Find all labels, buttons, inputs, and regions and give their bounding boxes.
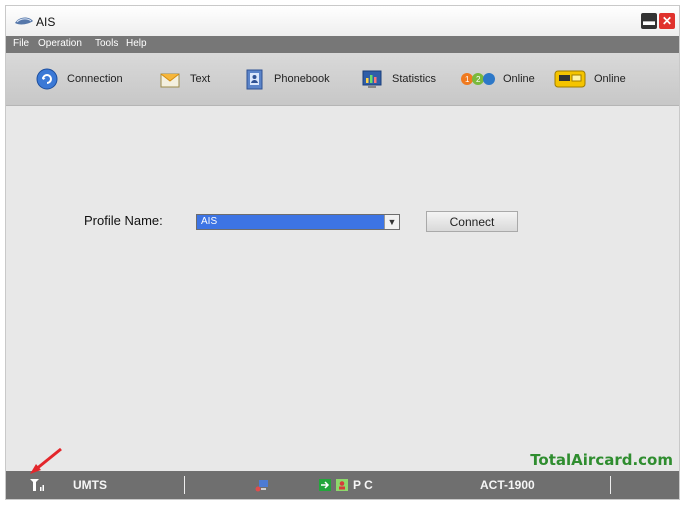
statistics-icon <box>359 66 385 92</box>
window-title: AIS <box>36 15 56 29</box>
chevron-down-icon: ▼ <box>387 217 397 227</box>
toolbar-connection-button[interactable]: Connection <box>34 65 123 93</box>
toolbar-phonebook-label: Phonebook <box>274 73 330 85</box>
menu-operation[interactable]: Operation <box>38 38 82 49</box>
sms-status-icon <box>317 477 333 493</box>
title-bar: AIS ▬ ✕ <box>6 6 679 36</box>
close-icon: ✕ <box>661 14 673 28</box>
close-button[interactable]: ✕ <box>659 13 675 29</box>
profile-name-select[interactable]: AIS ▼ <box>196 214 400 230</box>
connection-icon <box>34 66 60 92</box>
1-2-call-icon: 1 2 <box>460 66 496 92</box>
toolbar: Connection Text Phonebook Statistics 1 2… <box>6 53 679 106</box>
phonebook-icon <box>241 66 267 92</box>
network-type: UMTS <box>73 478 107 492</box>
toolbar-text-label: Text <box>190 73 211 85</box>
contact-status-icon <box>334 477 350 493</box>
minimize-icon: ▬ <box>643 14 655 28</box>
toolbar-text-button[interactable]: Text <box>157 65 210 93</box>
svg-text:2: 2 <box>476 75 481 84</box>
dropdown-button[interactable]: ▼ <box>384 215 399 229</box>
gsm-icon <box>553 66 587 92</box>
menu-file[interactable]: File <box>13 38 29 49</box>
status-bar: UMTS P C ACT-1900 <box>6 471 679 499</box>
menu-tools[interactable]: Tools <box>95 38 118 49</box>
app-logo-icon <box>15 17 33 25</box>
toolbar-1-2-call-online-label: Online <box>503 73 535 85</box>
toolbar-connection-label: Connection <box>67 73 123 85</box>
toolbar-gsm-online-label: Online <box>594 73 626 85</box>
toolbar-statistics-button[interactable]: Statistics <box>359 65 436 93</box>
toolbar-gsm-online-button[interactable]: Online <box>553 65 626 93</box>
status-separator <box>610 476 611 494</box>
menu-bar: File Operation Tools Help <box>6 36 679 53</box>
connect-button-label: Connect <box>449 214 495 229</box>
watermark-text: TotalAircard.com <box>530 451 673 469</box>
toolbar-statistics-label: Statistics <box>392 73 437 85</box>
menu-help[interactable]: Help <box>126 38 147 49</box>
operator-name: ACT-1900 <box>480 478 535 492</box>
profile-name-label: Profile Name: <box>84 213 163 228</box>
signal-strength-icon <box>29 477 45 493</box>
minimize-button[interactable]: ▬ <box>641 13 657 29</box>
app-window: AIS ▬ ✕ File Operation Tools Help Connec… <box>5 5 680 500</box>
svg-text:1: 1 <box>465 75 470 84</box>
toolbar-1-2-call-online-button[interactable]: 1 2 Online <box>460 65 535 93</box>
connection-mode: P C <box>353 478 373 492</box>
connect-button[interactable]: Connect <box>426 211 518 232</box>
red-pointer-arrow-icon <box>30 447 62 474</box>
network-computer-icon <box>255 477 271 493</box>
status-separator <box>184 476 185 494</box>
main-panel: Profile Name: AIS ▼ Connect TotalAircard… <box>6 106 679 473</box>
envelope-icon <box>157 66 183 92</box>
profile-name-value: AIS <box>201 216 218 227</box>
toolbar-phonebook-button[interactable]: Phonebook <box>241 65 330 93</box>
